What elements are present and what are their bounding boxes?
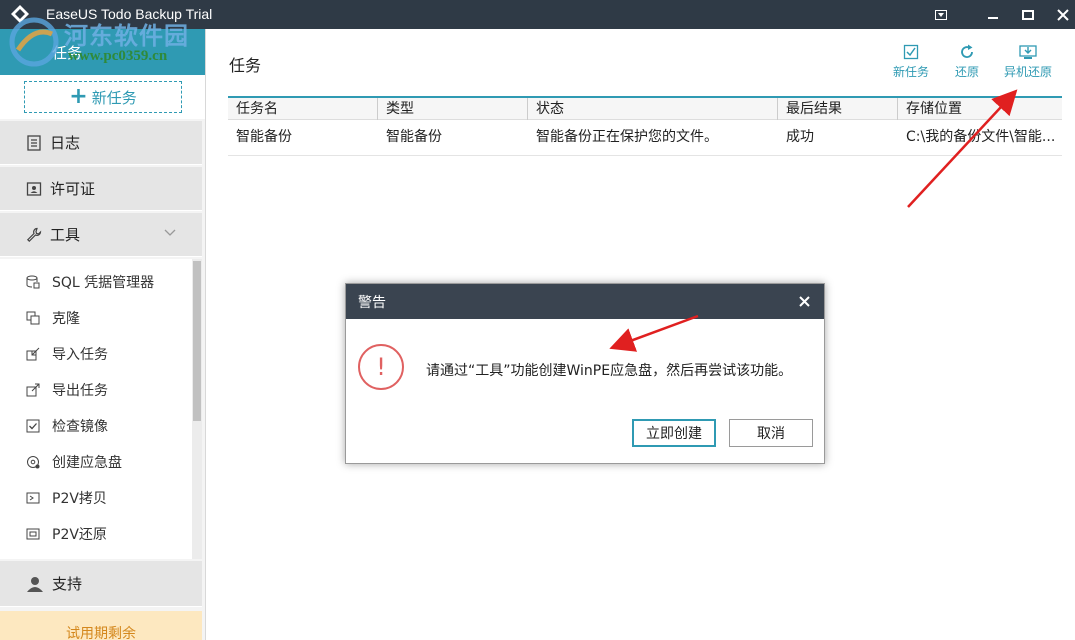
- p2v-copy-icon: [26, 492, 40, 504]
- menu-icon[interactable]: [920, 0, 962, 29]
- tool-item-label: 导入任务: [52, 347, 108, 363]
- log-icon: [27, 134, 41, 151]
- cell-task-name: 智能备份: [236, 129, 292, 145]
- trial-label: 试用期剩余: [66, 626, 136, 640]
- tools-list: SQL 凭据管理器 克隆 导入任务 导出任务 检查镜像 创建应急盘 P2V拷贝: [0, 259, 192, 559]
- cell-last-result: 成功: [786, 129, 814, 145]
- export-icon: [26, 383, 40, 397]
- toolbar-restore-label: 还原: [954, 65, 979, 79]
- tool-item-clone[interactable]: 克隆: [0, 300, 192, 336]
- new-task-button[interactable]: + 新任务: [24, 81, 182, 113]
- sidebar-item-label: 任务: [52, 43, 83, 62]
- sidebar-item-license[interactable]: 许可证: [0, 167, 202, 211]
- tool-item-label: 导出任务: [52, 383, 108, 399]
- new-task-area: + 新任务: [0, 75, 205, 119]
- dialog-title: 警告: [358, 295, 386, 311]
- title-bar: EaseUS Todo Backup Trial: [0, 0, 1075, 29]
- new-task-icon: [903, 44, 919, 60]
- warning-glyph: !: [376, 353, 386, 381]
- app-logo-icon: [10, 4, 30, 24]
- close-icon[interactable]: [1042, 0, 1075, 29]
- tool-item-p2v-copy[interactable]: P2V拷贝: [0, 480, 192, 516]
- table-row[interactable]: 智能备份 智能备份 智能备份正在保护您的文件。 成功 C:\我的备份文件\智能.…: [228, 120, 1062, 156]
- chevron-down-icon: [164, 229, 176, 236]
- column-header-storage[interactable]: 存储位置: [898, 98, 1062, 120]
- p2v-restore-icon: [26, 528, 40, 540]
- import-icon: [26, 347, 40, 361]
- sidebar-scrollbar-thumb[interactable]: [193, 261, 201, 421]
- monitor-download-icon: [1019, 45, 1037, 59]
- database-icon: [26, 275, 40, 289]
- column-header-last-result[interactable]: 最后结果: [778, 98, 898, 120]
- checkbox-icon: [26, 419, 40, 433]
- sidebar-item-label: 日志: [50, 134, 81, 152]
- sidebar-item-label: 许可证: [50, 180, 96, 198]
- plus-icon: +: [69, 84, 88, 109]
- warning-icon: !: [358, 344, 404, 390]
- dialog-header: 警告: [346, 284, 824, 319]
- disc-icon: [27, 456, 40, 469]
- column-header-type[interactable]: 类型: [378, 98, 528, 120]
- sidebar-item-label: 工具: [50, 226, 81, 244]
- tool-item-check-image[interactable]: 检查镜像: [0, 408, 192, 444]
- column-header-task-name[interactable]: 任务名: [228, 98, 378, 120]
- new-task-label: 新任务: [91, 88, 137, 107]
- tool-item-label: P2V还原: [52, 527, 107, 543]
- sidebar-item-log[interactable]: 日志: [0, 121, 202, 165]
- toolbar-remote-restore-button[interactable]: 异机还原: [1000, 44, 1056, 84]
- clone-icon: [26, 311, 40, 325]
- tool-item-label: P2V拷贝: [52, 491, 107, 507]
- dialog-close-icon[interactable]: [792, 289, 816, 313]
- tool-item-p2v-restore[interactable]: P2V还原: [0, 516, 192, 552]
- tool-item-sql-credentials[interactable]: SQL 凭据管理器: [0, 264, 192, 300]
- toolbar-remote-restore-label: 异机还原: [1003, 65, 1052, 79]
- trial-remaining[interactable]: 试用期剩余: [0, 611, 202, 640]
- dialog-message: 请通过“工具”功能创建WinPE应急盘，然后再尝试该功能。: [426, 363, 793, 379]
- cell-storage: C:\我的备份文件\智能...: [906, 129, 1056, 145]
- column-header-status[interactable]: 状态: [528, 98, 778, 120]
- warning-dialog: 警告 ! 请通过“工具”功能创建WinPE应急盘，然后再尝试该功能。 立即创建 …: [345, 283, 825, 464]
- sidebar: 任务 + 新任务 日志 许可证 工具 SQL 凭据管理器 克隆 导入任务 导出任…: [0, 29, 206, 640]
- tool-item-label: 检查镜像: [52, 419, 108, 435]
- toolbar-restore-button[interactable]: 还原: [948, 44, 986, 84]
- tool-item-label: 创建应急盘: [52, 455, 122, 471]
- table-header: 任务名 类型 状态 最后结果 存储位置: [228, 96, 1062, 120]
- toolbar-new-task-label: 新任务: [892, 65, 929, 79]
- tool-item-import-task[interactable]: 导入任务: [0, 336, 192, 372]
- page-title: 任务: [229, 56, 262, 75]
- license-icon: [26, 181, 42, 196]
- cancel-button[interactable]: 取消: [729, 419, 813, 447]
- sidebar-item-label: 支持: [52, 575, 83, 593]
- sidebar-item-tasks[interactable]: 任务: [0, 29, 205, 75]
- wrench-icon: [26, 227, 42, 242]
- task-table: 任务名 类型 状态 最后结果 存储位置 智能备份 智能备份 智能备份正在保护您的…: [228, 96, 1062, 156]
- create-now-button[interactable]: 立即创建: [632, 419, 716, 447]
- sidebar-item-support[interactable]: 支持: [0, 561, 202, 607]
- tool-item-export-task[interactable]: 导出任务: [0, 372, 192, 408]
- support-user-icon: [27, 576, 43, 592]
- refresh-icon: [961, 44, 973, 58]
- tool-item-create-emergency-disk[interactable]: 创建应急盘: [0, 444, 192, 480]
- sidebar-item-tools[interactable]: 工具: [0, 213, 202, 257]
- cell-status: 智能备份正在保护您的文件。: [536, 129, 718, 145]
- toolbar-new-task-button[interactable]: 新任务: [888, 44, 934, 84]
- tool-item-label: 克隆: [52, 311, 80, 327]
- tool-item-label: SQL 凭据管理器: [52, 275, 155, 291]
- cell-type: 智能备份: [386, 129, 442, 145]
- window-title: EaseUS Todo Backup Trial: [46, 6, 213, 22]
